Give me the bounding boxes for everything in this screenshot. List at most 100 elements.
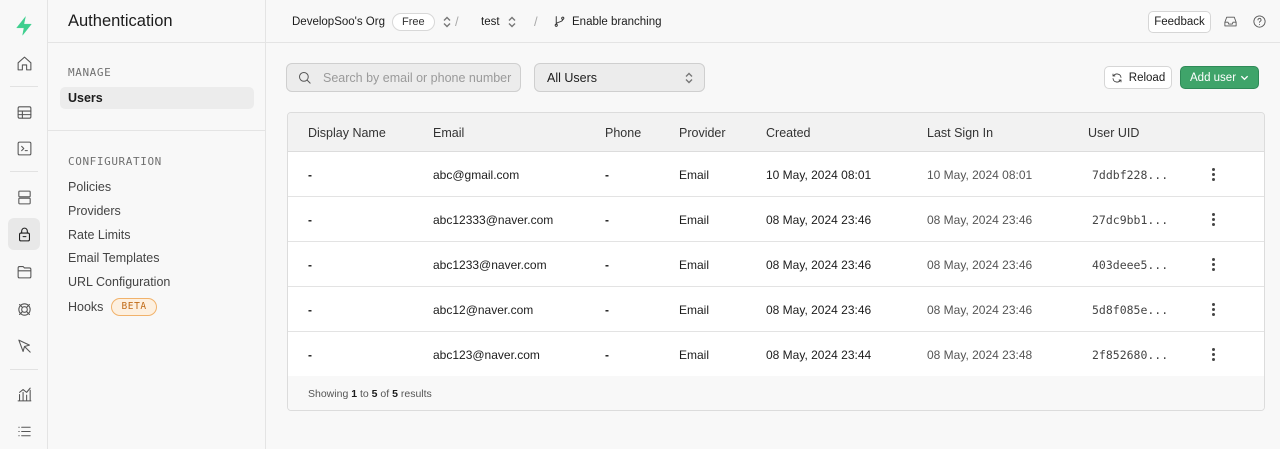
cell-phone: - [605, 212, 609, 227]
reload-label: Reload [1128, 71, 1166, 84]
table-row[interactable]: - abc12@naver.com - Email 08 May, 2024 2… [288, 287, 1264, 332]
chevron-down-icon [1240, 75, 1249, 81]
database-icon[interactable] [8, 181, 40, 213]
cell-user-uid: 5d8f085e... [1092, 302, 1169, 317]
results-suffix: results [400, 388, 432, 400]
plan-badge: Free [391, 12, 435, 31]
enable-branching-button[interactable]: Enable branching [553, 0, 662, 43]
realtime-icon[interactable] [8, 293, 40, 325]
cell-last-sign-in: 08 May, 2024 23:46 [927, 257, 1033, 272]
authentication-icon[interactable] [8, 218, 40, 250]
rail-divider [10, 171, 38, 172]
table-row[interactable]: - abc1233@naver.com - Email 08 May, 2024… [288, 242, 1264, 287]
table-row[interactable]: - abc123@naver.com - Email 08 May, 2024 … [288, 332, 1264, 377]
cell-user-uid: 2f852680... [1092, 347, 1169, 362]
sql-editor-icon[interactable] [8, 132, 40, 164]
menu-item-url-configuration[interactable]: URL Configuration [68, 271, 170, 293]
table-row[interactable]: - abc@gmail.com - Email 10 May, 2024 08:… [288, 152, 1264, 197]
cell-last-sign-in: 08 May, 2024 23:46 [927, 212, 1033, 227]
project-name: test [481, 15, 500, 28]
results-from: 1 [351, 388, 358, 400]
column-header-phone: Phone [605, 125, 642, 140]
logs-icon[interactable] [8, 415, 40, 447]
results-prefix: Showing [308, 388, 349, 400]
column-header-created: Created [766, 125, 811, 140]
org-name: DevelopSoo's Org [292, 15, 385, 28]
help-icon[interactable] [1252, 14, 1267, 29]
search-field[interactable] [286, 63, 521, 92]
cell-display-name: - [308, 257, 312, 272]
menu-item-policies[interactable]: Policies [68, 176, 111, 198]
add-user-button[interactable]: Add user [1180, 66, 1259, 89]
user-filter-select[interactable]: All Users [534, 63, 705, 92]
inbox-icon[interactable] [1223, 14, 1238, 29]
results-to-word: to [359, 388, 369, 400]
cell-provider: Email [679, 257, 710, 272]
add-user-label: Add user [1190, 71, 1237, 84]
refresh-icon [1112, 73, 1122, 82]
cell-created: 08 May, 2024 23:46 [766, 302, 872, 317]
storage-icon[interactable] [8, 255, 40, 287]
cell-phone: - [605, 302, 609, 317]
menu-title: Authentication [48, 0, 265, 43]
cell-last-sign-in: 10 May, 2024 08:01 [927, 167, 1033, 182]
results-total: 5 [392, 388, 398, 400]
table-row[interactable]: - abc12333@naver.com - Email 08 May, 202… [288, 197, 1264, 242]
cell-display-name: - [308, 167, 312, 182]
project-selector[interactable]: test [481, 0, 517, 43]
cell-display-name: - [308, 347, 312, 362]
product-menu: Authentication MANAGE Users CONFIGURATIO… [48, 0, 266, 449]
table-header: Display Name Email Phone Provider Create… [288, 113, 1264, 152]
rail-divider [10, 369, 38, 370]
cell-provider: Email [679, 167, 710, 182]
cell-email: abc@gmail.com [433, 167, 520, 182]
chevrons-up-down-icon [443, 16, 451, 27]
row-actions-icon[interactable] [1205, 346, 1221, 363]
column-header-display-name: Display Name [308, 125, 386, 140]
cell-phone: - [605, 347, 609, 362]
search-input[interactable] [323, 70, 513, 85]
beta-badge: BETA [111, 298, 157, 316]
menu-item-users[interactable]: Users [60, 87, 254, 109]
home-icon[interactable] [8, 47, 40, 79]
column-header-provider: Provider [679, 125, 726, 140]
section-heading-configuration: CONFIGURATION [68, 155, 162, 168]
search-icon [299, 72, 311, 84]
cell-provider: Email [679, 302, 710, 317]
row-actions-icon[interactable] [1205, 166, 1221, 183]
table-editor-icon[interactable] [8, 96, 40, 128]
users-table: Display Name Email Phone Provider Create… [287, 112, 1265, 411]
cell-display-name: - [308, 302, 312, 317]
menu-item-providers[interactable]: Providers [68, 200, 121, 222]
menu-item-email-templates[interactable]: Email Templates [68, 247, 159, 269]
menu-item-hooks[interactable]: Hooks BETA [68, 296, 157, 318]
row-actions-icon[interactable] [1205, 301, 1221, 318]
cell-last-sign-in: 08 May, 2024 23:46 [927, 302, 1033, 317]
menu-item-rate-limits[interactable]: Rate Limits [68, 224, 131, 246]
reload-button[interactable]: Reload [1104, 66, 1172, 89]
edge-functions-icon[interactable] [8, 330, 40, 362]
supabase-logo-icon[interactable] [8, 10, 40, 42]
cell-phone: - [605, 257, 609, 272]
breadcrumb-separator: / [455, 14, 459, 29]
cell-email: abc123@naver.com [433, 347, 540, 362]
cell-created: 08 May, 2024 23:44 [766, 347, 872, 362]
reports-icon[interactable] [8, 378, 40, 410]
results-to: 5 [371, 388, 378, 400]
row-actions-icon[interactable] [1205, 256, 1221, 273]
cell-email: abc12@naver.com [433, 302, 534, 317]
menu-item-hooks-label: Hooks [68, 300, 104, 314]
results-of-word: of [380, 388, 390, 400]
menu-divider [48, 130, 265, 131]
row-actions-icon[interactable] [1205, 211, 1221, 228]
feedback-button[interactable]: Feedback [1148, 11, 1211, 33]
breadcrumb-separator: / [534, 14, 538, 29]
cell-created: 08 May, 2024 23:46 [766, 212, 872, 227]
pagination-summary: Showing 1 to 5 of 5 results [288, 376, 1264, 410]
column-header-user-uid: User UID [1088, 125, 1140, 140]
org-selector[interactable]: DevelopSoo's Org Free [292, 0, 452, 43]
cell-user-uid: 27dc9bb1... [1092, 212, 1169, 227]
cell-phone: - [605, 167, 609, 182]
top-bar: DevelopSoo's Org Free / test / Enable br… [266, 0, 1280, 43]
section-heading-manage: MANAGE [68, 66, 112, 79]
